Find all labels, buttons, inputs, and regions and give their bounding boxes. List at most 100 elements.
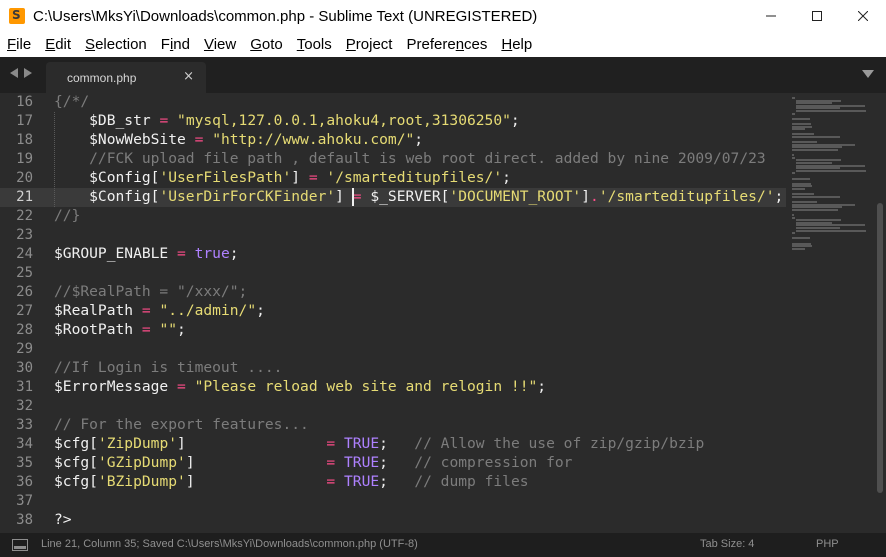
line-number: 33 bbox=[16, 417, 33, 433]
menu-tools[interactable]: Tools bbox=[297, 36, 332, 53]
line-number: 31 bbox=[16, 379, 33, 395]
minimap-line bbox=[792, 232, 795, 235]
code-line[interactable]: //If Login is timeout .... bbox=[54, 359, 282, 378]
code-line[interactable]: {/*/ bbox=[54, 93, 89, 112]
minimap-line bbox=[792, 195, 840, 198]
tab-nav bbox=[10, 68, 32, 78]
minimap-line bbox=[792, 149, 838, 151]
editor[interactable]: 16 17 18 19 20 21 22 23 24 25 26 27 28 29 30 31 32 33 34 35… bbox=[0, 93, 886, 533]
text-cursor bbox=[352, 188, 354, 206]
tab-common-php[interactable]: common.php × bbox=[46, 62, 206, 93]
code-line[interactable]: $cfg['BZipDump'] = TRUE; // dump files bbox=[54, 473, 529, 492]
menu-file[interactable]: File bbox=[7, 36, 31, 53]
code-line[interactable]: //FCK upload file path , default is web … bbox=[54, 150, 766, 169]
maximize-icon bbox=[812, 11, 822, 21]
status-bar: Line 21, Column 35; Saved C:\Users\MksYi… bbox=[0, 533, 886, 557]
minimap-line bbox=[796, 169, 866, 172]
line-number: 25 bbox=[16, 265, 33, 281]
minimize-button[interactable] bbox=[748, 0, 794, 32]
line-number: 19 bbox=[16, 151, 33, 167]
line-number: 28 bbox=[16, 322, 33, 338]
line-number: 32 bbox=[16, 398, 33, 414]
minimap-line bbox=[792, 97, 795, 99]
minimap-line bbox=[792, 188, 805, 190]
line-number: 23 bbox=[16, 227, 33, 243]
minimap-line bbox=[792, 177, 810, 180]
menu-view[interactable]: View bbox=[204, 36, 236, 53]
line-number: 37 bbox=[16, 493, 33, 509]
minimap-line bbox=[792, 237, 810, 240]
minimap-line bbox=[792, 172, 795, 175]
panel-toggle-icon[interactable] bbox=[12, 539, 28, 551]
line-number: 17 bbox=[16, 113, 33, 129]
code-line[interactable]: //$RealPath = "/xxx/"; bbox=[54, 283, 247, 302]
line-number: 35 bbox=[16, 455, 33, 471]
minimap[interactable] bbox=[786, 93, 872, 533]
line-number-gutter: 16 17 18 19 20 21 22 23 24 25 26 27 28 29 30 31 32 33 34 35… bbox=[0, 93, 46, 533]
maximize-button[interactable] bbox=[794, 0, 840, 32]
menu-selection[interactable]: Selection bbox=[85, 36, 147, 53]
code-line[interactable]: $Config['UserDirForCKFinder'] = $_SERVER… bbox=[54, 188, 783, 207]
code-line[interactable]: $ErrorMessage = "Please reload web site … bbox=[54, 378, 546, 397]
menu-project[interactable]: Project bbox=[346, 36, 393, 53]
close-icon bbox=[858, 11, 868, 21]
triangle-down-icon[interactable] bbox=[862, 70, 874, 78]
line-number: 36 bbox=[16, 474, 33, 490]
line-number: 18 bbox=[16, 132, 33, 148]
menu-find[interactable]: Find bbox=[161, 36, 190, 53]
line-number: 22 bbox=[16, 208, 33, 224]
status-syntax[interactable]: PHP bbox=[816, 538, 839, 550]
minimap-line bbox=[792, 208, 838, 211]
tab-close-icon[interactable]: × bbox=[183, 69, 194, 84]
line-number: 38 bbox=[16, 512, 33, 528]
vertical-scrollbar[interactable] bbox=[877, 203, 883, 493]
line-number: 24 bbox=[16, 246, 33, 262]
code-line[interactable]: //} bbox=[54, 207, 80, 226]
sublime-text-icon bbox=[9, 8, 25, 24]
minimap-line bbox=[792, 128, 805, 131]
close-button[interactable] bbox=[840, 0, 886, 32]
triangle-right-icon[interactable] bbox=[24, 68, 32, 78]
minimap-line bbox=[792, 216, 795, 219]
minimap-line bbox=[792, 112, 795, 115]
code-line[interactable]: $cfg['ZipDump'] = TRUE; // Allow the use… bbox=[54, 435, 704, 454]
minimap-line bbox=[796, 229, 866, 232]
code-line[interactable]: $NowWebSite = "http://www.ahoku.com/"; bbox=[54, 131, 423, 150]
status-position: Line 21, Column 35; Saved C:\Users\MksYi… bbox=[41, 538, 418, 550]
indent-guide bbox=[54, 112, 55, 207]
line-number: 29 bbox=[16, 341, 33, 357]
minimap-line bbox=[792, 117, 810, 120]
line-number: 20 bbox=[16, 170, 33, 186]
code-line[interactable]: $cfg['GZipDump'] = TRUE; // compression … bbox=[54, 454, 572, 473]
code-line[interactable]: $GROUP_ENABLE = true; bbox=[54, 245, 239, 264]
line-number: 30 bbox=[16, 360, 33, 376]
menu-preferences[interactable]: Preferences bbox=[406, 36, 487, 53]
menu-goto[interactable]: Goto bbox=[250, 36, 283, 53]
line-number: 21 bbox=[16, 189, 33, 205]
code-line[interactable]: $RealPath = "../admin/"; bbox=[54, 302, 265, 321]
menu-edit[interactable]: Edit bbox=[45, 36, 71, 53]
tab-label: common.php bbox=[67, 71, 137, 85]
code-line[interactable]: ?> bbox=[54, 511, 72, 530]
minimap-line bbox=[792, 136, 840, 138]
line-number: 16 bbox=[16, 94, 33, 110]
minimize-icon bbox=[766, 15, 776, 17]
status-tab-size[interactable]: Tab Size: 4 bbox=[700, 538, 754, 550]
minimap-line bbox=[796, 110, 866, 112]
code-line[interactable]: $RootPath = ""; bbox=[54, 321, 186, 340]
triangle-left-icon[interactable] bbox=[10, 68, 18, 78]
code-line[interactable]: // For the export features... bbox=[54, 416, 309, 435]
code-line[interactable]: $DB_str = "mysql,127.0.0.1,ahoku4,root,3… bbox=[54, 112, 520, 131]
menu-help[interactable]: Help bbox=[501, 36, 532, 53]
title-bar: C:\Users\MksYi\Downloads\common.php - Su… bbox=[0, 0, 886, 32]
code-line[interactable]: $Config['UserFilesPath'] = '/smarteditup… bbox=[54, 169, 511, 188]
window-controls bbox=[748, 0, 886, 32]
menu-bar: File Edit Selection Find View Goto Tools Projec… bbox=[0, 32, 886, 57]
minimap-line bbox=[792, 247, 805, 250]
window-title: C:\Users\MksYi\Downloads\common.php - Su… bbox=[33, 7, 538, 25]
tab-bar: common.php × bbox=[0, 57, 886, 93]
line-number: 27 bbox=[16, 303, 33, 319]
line-number: 34 bbox=[16, 436, 33, 452]
minimap-line bbox=[792, 156, 795, 159]
line-number: 26 bbox=[16, 284, 33, 300]
